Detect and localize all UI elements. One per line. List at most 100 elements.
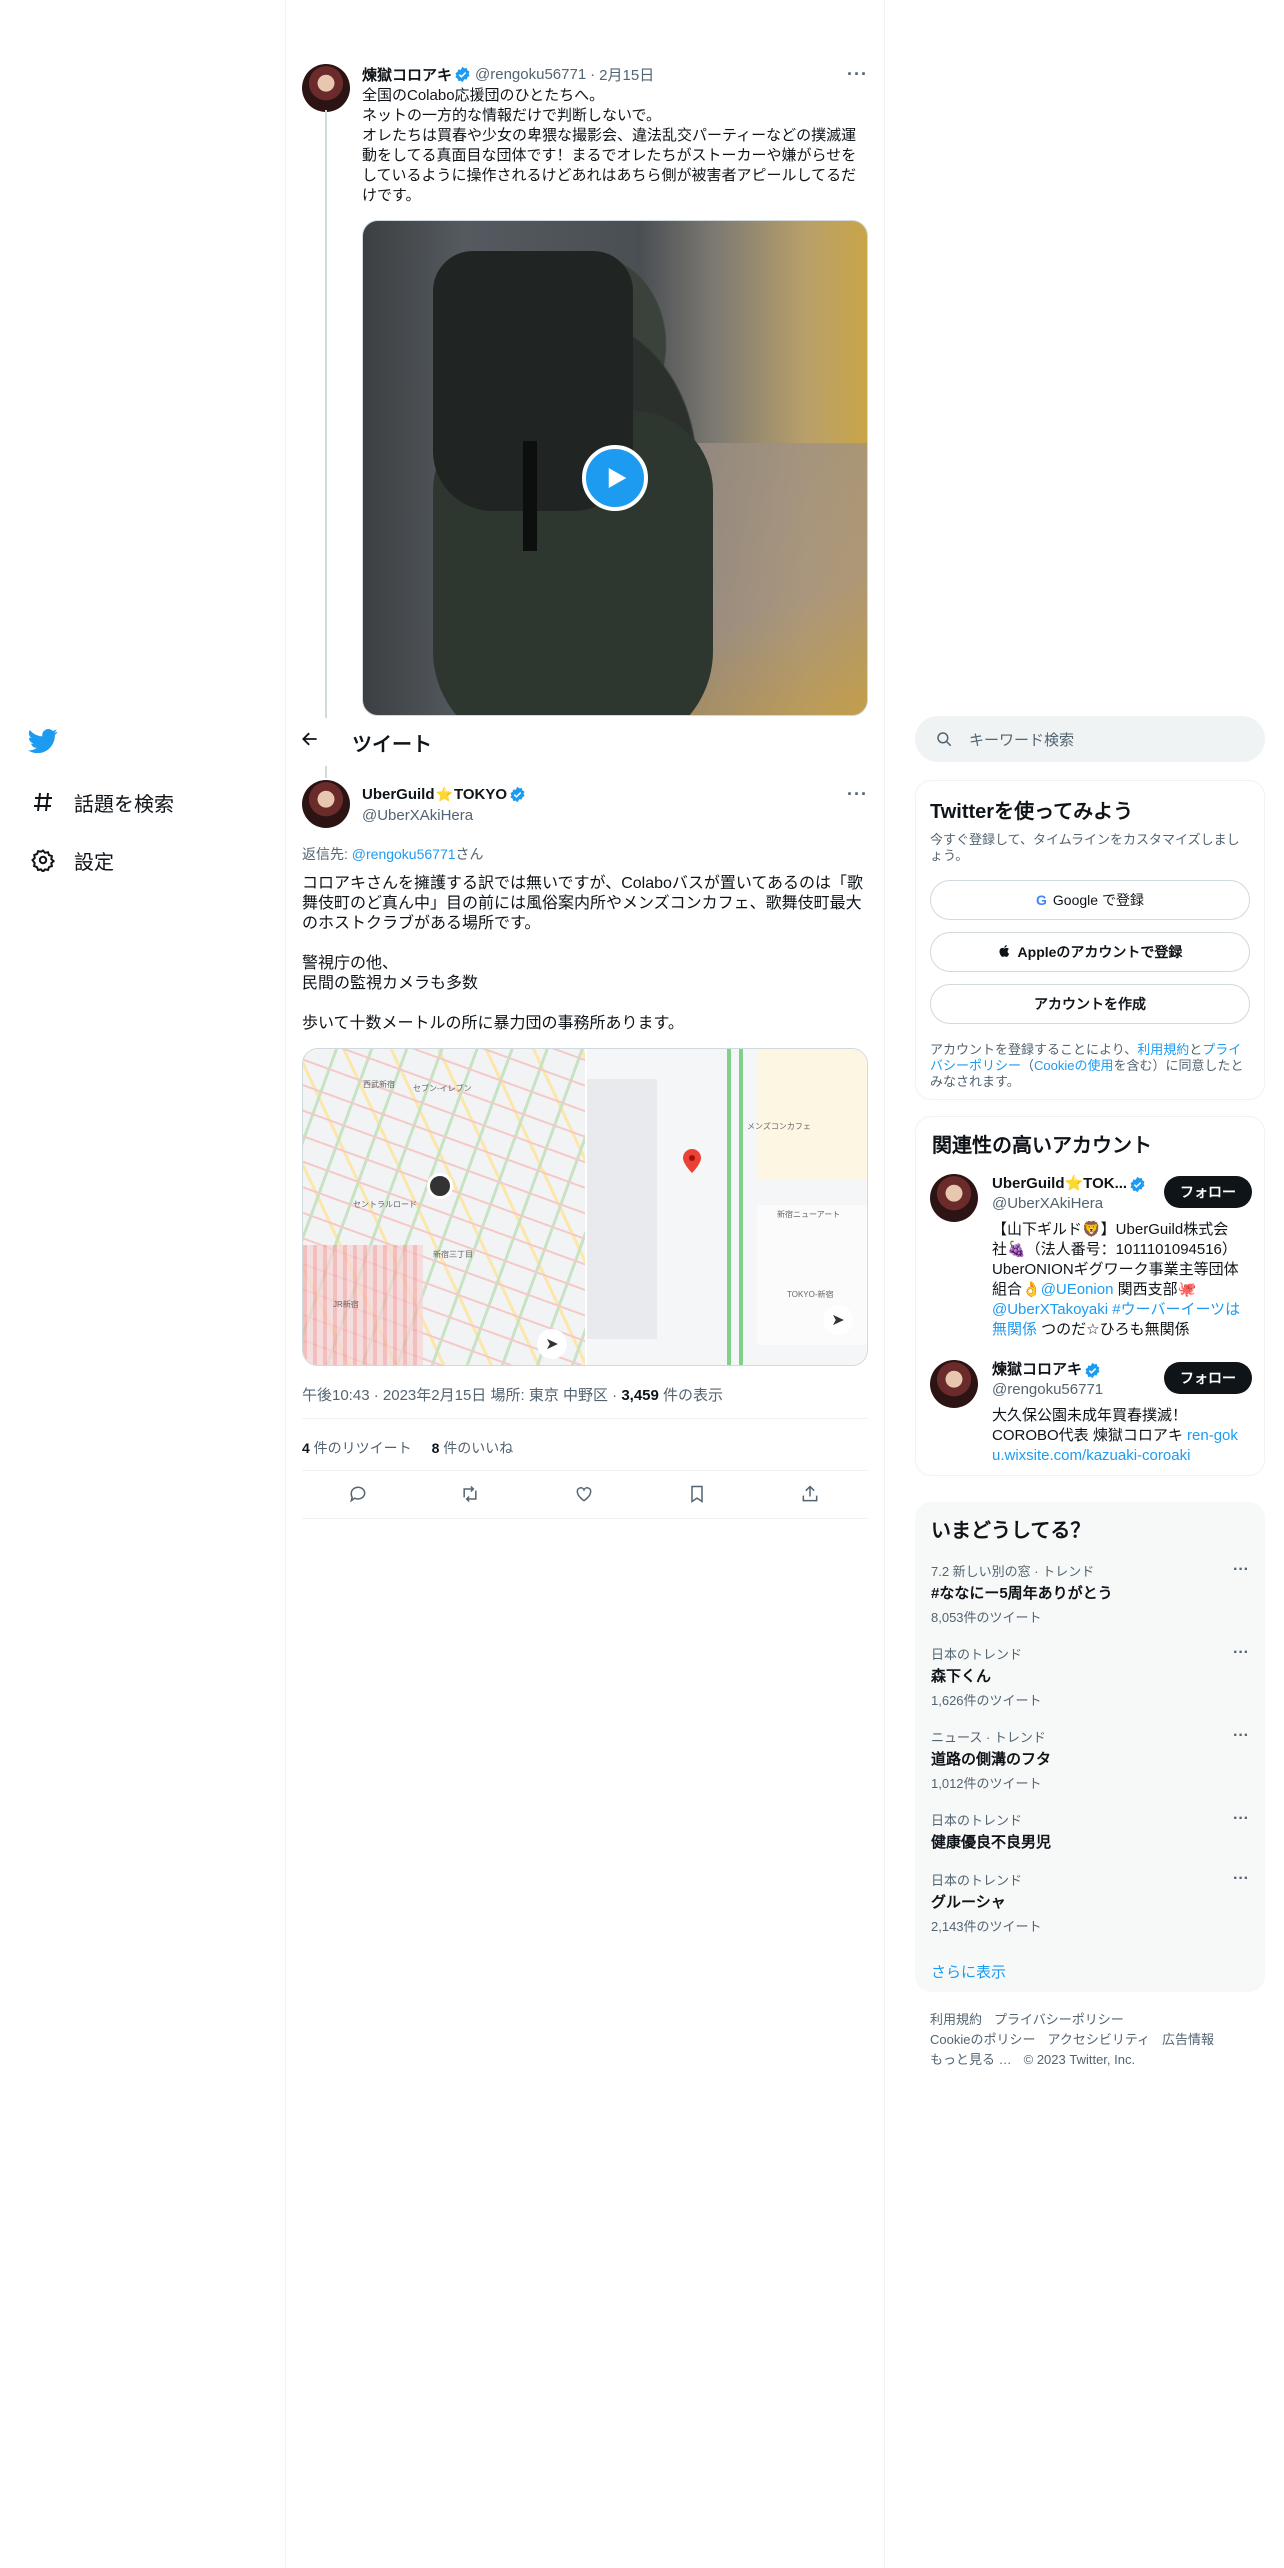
trend-count: 1,012件のツイート xyxy=(931,1776,1042,1791)
navigate-icon[interactable]: ➤ xyxy=(537,1329,567,1359)
author-handle[interactable]: @rengoku56771 xyxy=(475,66,586,83)
navigate-icon[interactable]: ➤ xyxy=(823,1305,853,1335)
footer-link[interactable]: Cookieのポリシー xyxy=(930,2032,1035,2047)
map-image[interactable]: 西武新宿 セブン-イレブン 新宿三丁目 JR新宿 セントラルロード ➤ メンズコ… xyxy=(302,1048,868,1366)
follow-button[interactable]: フォロー xyxy=(1164,1362,1252,1394)
map-label: JR新宿 xyxy=(333,1300,359,1309)
copyright: © 2023 Twitter, Inc. xyxy=(1023,2052,1136,2067)
video-scene xyxy=(523,441,537,551)
page-title: ツイート xyxy=(352,733,432,756)
related-accounts-card: 関連性の高いアカウント UberGuild⭐TOK... @UberXAkiHe… xyxy=(915,1116,1265,1476)
bio-text: つのだ☆ひろも無関係 xyxy=(1037,1321,1190,1338)
footer-link[interactable]: プライバシーポリシー xyxy=(994,2012,1124,2027)
main-tweet-header: UberGuild ⭐ TOKYO ··· @UberXAkiHera xyxy=(362,784,868,824)
author-name-suffix[interactable]: TOKYO xyxy=(454,786,507,803)
more-icon[interactable]: ··· xyxy=(1233,1810,1249,1828)
terms-link[interactable]: 利用規約 xyxy=(1137,1042,1189,1057)
apple-signup-label: Appleのアカウントで登録 xyxy=(1017,944,1183,960)
map-label: セントラルロード xyxy=(353,1200,417,1209)
map-label: メンズコンカフェ xyxy=(747,1122,811,1131)
video-thumbnail[interactable] xyxy=(362,220,868,716)
account-name[interactable]: 煉獄コロアキ xyxy=(992,1360,1082,1380)
trend-item[interactable]: 日本のトレンド グルーシャ 2,143件のツイート ··· xyxy=(931,1870,1249,1935)
apple-signup-button[interactable]: Appleのアカウントで登録 xyxy=(930,932,1250,972)
more-icon[interactable]: ··· xyxy=(1233,1727,1249,1745)
trend-title: 道路の側溝のフタ xyxy=(931,1751,1052,1768)
search-icon xyxy=(935,730,953,748)
cookie-link[interactable]: Cookieの使用 xyxy=(1034,1058,1113,1073)
legal-text: アカウントを登録することにより、 xyxy=(930,1042,1138,1057)
footer-link[interactable]: アクセシビリティ xyxy=(1047,2032,1150,2047)
reply-suffix: さん xyxy=(455,846,484,862)
bookmark-icon[interactable] xyxy=(683,1480,711,1508)
bio-link[interactable]: @UberXTakoyaki xyxy=(992,1301,1108,1318)
map-right-panel[interactable]: メンズコンカフェ 新宿ニューアート TOKYO-新宿 ➤ xyxy=(585,1049,867,1365)
google-signup-button[interactable]: G Google で登録 xyxy=(930,880,1250,920)
tweet-date[interactable]: 2月15日 xyxy=(599,64,654,85)
footer-link[interactable]: 利用規約 xyxy=(930,2012,982,2027)
bio-text: 大久保公園未成年買春撲滅！COROBO代表 煉獄コロアキ xyxy=(992,1407,1188,1444)
retweet-count: 4 xyxy=(302,1440,310,1456)
like-icon[interactable] xyxy=(570,1480,598,1508)
more-icon[interactable]: ··· xyxy=(1233,1870,1249,1888)
bio-link[interactable]: @UEonion xyxy=(1041,1281,1114,1298)
like-stat[interactable]: 8 件のいいね xyxy=(432,1440,514,1456)
reply-to-link[interactable]: @rengoku56771 xyxy=(352,846,456,862)
trend-title: 健康優良不良男児 xyxy=(931,1834,1052,1851)
avatar[interactable] xyxy=(930,1360,978,1408)
retweet-icon[interactable] xyxy=(456,1480,484,1508)
trend-item[interactable]: ニュース · トレンド 道路の側溝のフタ 1,012件のツイート ··· xyxy=(931,1727,1249,1792)
gear-icon xyxy=(28,845,58,875)
divider xyxy=(302,1470,868,1471)
author-name[interactable]: UberGuild xyxy=(362,786,435,803)
footer-link[interactable]: 広告情報 xyxy=(1162,2032,1214,2047)
avatar[interactable] xyxy=(302,780,350,828)
share-icon[interactable] xyxy=(796,1480,824,1508)
author-handle[interactable]: @UberXAkiHera xyxy=(362,807,868,824)
map-road xyxy=(739,1049,743,1365)
create-account-button[interactable]: アカウントを作成 xyxy=(930,984,1250,1024)
more-icon[interactable]: ··· xyxy=(847,64,868,85)
account-name[interactable]: UberGuild⭐TOK... xyxy=(992,1174,1127,1194)
more-icon[interactable]: ··· xyxy=(1233,1644,1249,1662)
divider xyxy=(302,1418,868,1419)
divider xyxy=(302,1518,868,1519)
more-icon[interactable]: ··· xyxy=(1233,1561,1249,1579)
show-more-link[interactable]: さらに表示 xyxy=(931,1961,1249,1982)
thread-line xyxy=(325,110,327,778)
author-name[interactable]: 煉獄コロアキ xyxy=(362,64,452,85)
retweet-stat[interactable]: 4 件のリツイート xyxy=(302,1440,412,1456)
reply-icon[interactable] xyxy=(344,1480,372,1508)
nav-item-settings[interactable]: 設定 xyxy=(28,840,114,880)
nav-item-explore[interactable]: 話題を検索 xyxy=(28,782,174,822)
trend-item[interactable]: 日本のトレンド 健康優良不良男児 ··· xyxy=(931,1810,1249,1852)
play-icon[interactable] xyxy=(582,445,648,511)
hashtag-icon xyxy=(28,787,58,817)
related-account[interactable]: UberGuild⭐TOK... @UberXAkiHera 【山下ギルド🦁】U… xyxy=(930,1174,1252,1340)
map-pin-icon xyxy=(683,1149,701,1173)
trend-item[interactable]: 7.2 新しい別の窓 · トレンド #ななにー5周年ありがとう 8,053件のツ… xyxy=(931,1561,1249,1626)
search-input[interactable]: キーワード検索 xyxy=(915,716,1265,762)
related-account[interactable]: 煉獄コロアキ @rengoku56771 大久保公園未成年買春撲滅！COROBO… xyxy=(930,1360,1252,1466)
trend-count: 8,053件のツイート xyxy=(931,1610,1042,1625)
tweet-place[interactable]: 東京 中野区 xyxy=(529,1387,608,1404)
parent-tweet: 煉獄コロアキ @rengoku56771 · 2月15日 ··· 全国のCola… xyxy=(362,64,868,206)
tweet-date[interactable]: 2023年2月15日 xyxy=(383,1387,486,1404)
trend-count: 2,143件のツイート xyxy=(931,1919,1042,1934)
separator-dot: · xyxy=(590,65,596,83)
trend-item[interactable]: 日本のトレンド 森下くん 1,626件のツイート ··· xyxy=(931,1644,1249,1709)
tweet-time[interactable]: 午後10:43 xyxy=(302,1387,370,1404)
avatar[interactable] xyxy=(302,64,350,112)
trend-title: グルーシャ xyxy=(931,1894,1006,1911)
map-left-panel[interactable]: 西武新宿 セブン-イレブン 新宿三丁目 JR新宿 セントラルロード ➤ xyxy=(303,1049,585,1365)
avatar[interactable] xyxy=(930,1174,978,1222)
view-label: 件の表示 xyxy=(658,1387,724,1404)
more-icon[interactable]: ··· xyxy=(847,784,868,805)
footer-link[interactable]: もっと見る … xyxy=(930,2052,1012,2067)
signup-legal: アカウントを登録することにより、利用規約とプライバシーポリシー（Cookieの使… xyxy=(930,1042,1250,1090)
video-scene xyxy=(640,443,867,715)
back-arrow-icon[interactable] xyxy=(300,729,340,755)
twitter-logo-icon[interactable] xyxy=(28,726,62,760)
trends-title: いまどうしてる？ xyxy=(931,1520,1091,1542)
follow-button[interactable]: フォロー xyxy=(1164,1176,1252,1208)
